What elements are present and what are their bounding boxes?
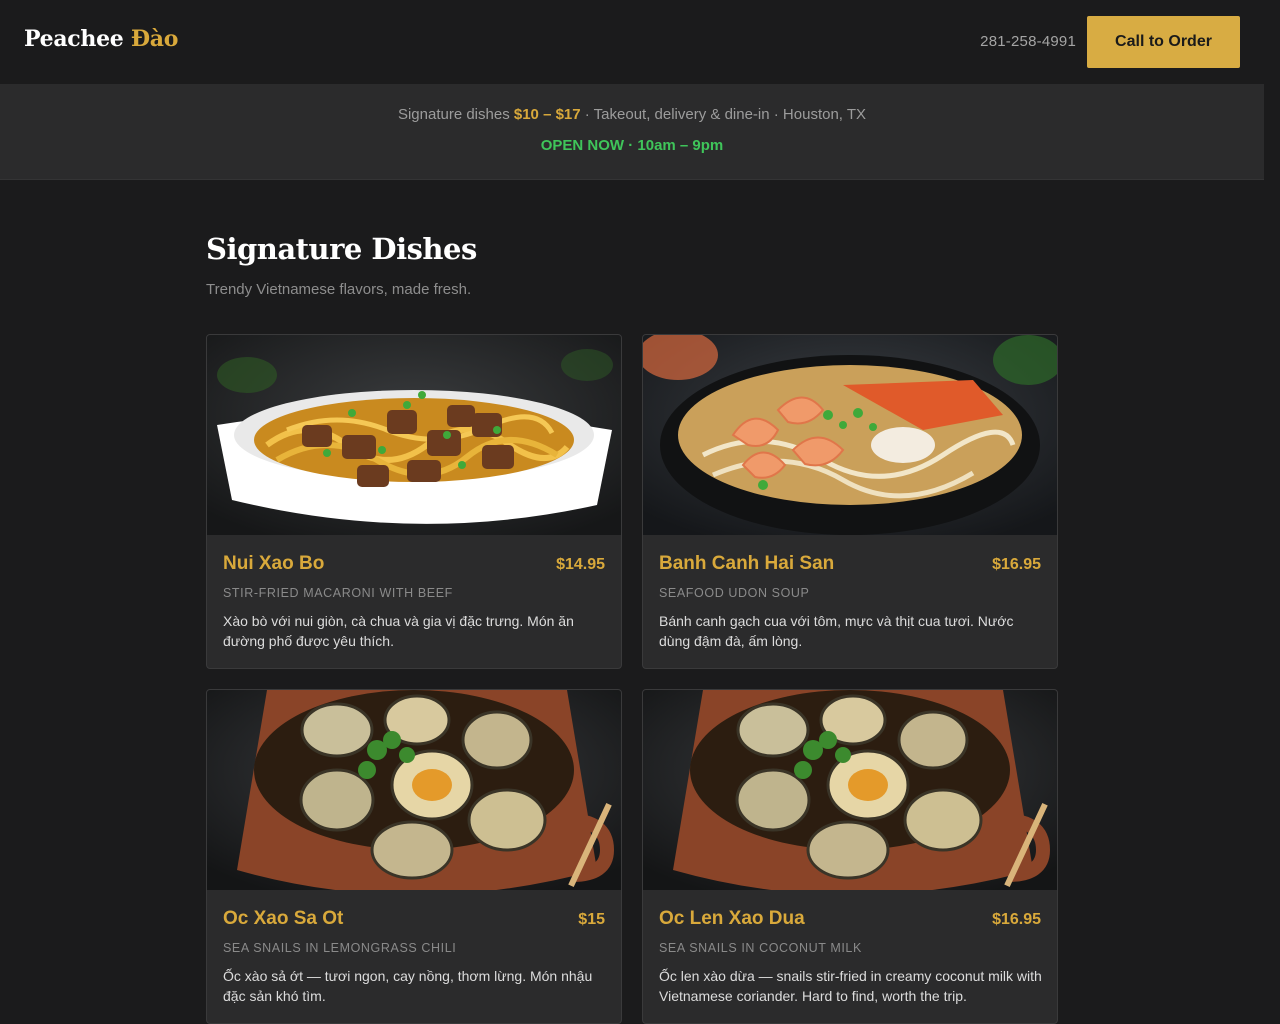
dish-price: $14.95	[556, 556, 605, 573]
price-range: $10 – $17	[513, 106, 581, 123]
dish-description: Ốc xào sả ớt — tươi ngon, cay nồng, thơm…	[223, 968, 593, 1004]
site-header: Peachee Đào 281-258-4991 Call to Order	[0, 0, 1280, 84]
dish-card-nui-xao-bo[interactable]: Nui Xao Bo $14.95 STIR-FRIED MACARONI WI…	[206, 334, 622, 669]
dish-name: Oc Xao Sa Ot	[223, 908, 344, 929]
dish-description: Bánh canh gạch cua với tôm, mực và thịt …	[659, 613, 1014, 649]
dish-subtitle: SEA SNAILS IN COCONUT MILK	[659, 941, 862, 955]
dish-subtitle: SEAFOOD UDON SOUP	[659, 586, 810, 600]
dish-name: Oc Len Xao Dua	[659, 908, 805, 929]
dish-card-oc-xao-sa-ot[interactable]: Oc Xao Sa Ot $15 SEA SNAILS IN LEMONGRAS…	[206, 689, 622, 1024]
dish-description: Ốc len xào dừa — snails stir-fried in cr…	[659, 968, 1042, 1004]
dish-price: $16.95	[992, 911, 1041, 928]
snail-clay-pot-photo	[207, 690, 621, 890]
dish-name: Banh Canh Hai San	[659, 553, 835, 574]
info-prefix: Signature dishes	[397, 106, 510, 123]
logo-accent: Đào	[130, 26, 179, 52]
phone-number-link[interactable]: 281-258-4991	[980, 33, 1076, 50]
seafood-soup-bowl-photo	[643, 335, 1057, 535]
dish-subtitle: SEA SNAILS IN LEMONGRASS CHILI	[223, 941, 457, 955]
dish-name: Nui Xao Bo	[223, 553, 325, 574]
open-status: OPEN NOW · 10am – 9pm	[540, 137, 724, 154]
logo-main: Peachee	[24, 26, 124, 52]
info-bar: Signature dishes $10 – $17 · Takeout, de…	[0, 84, 1264, 180]
dish-description: Xào bò với nui giòn, cà chua và gia vị đ…	[223, 613, 574, 649]
call-to-order-button[interactable]: Call to Order	[1087, 16, 1240, 68]
snail-clay-pot-photo	[643, 690, 1057, 890]
logo[interactable]: Peachee Đào	[24, 26, 178, 52]
dish-subtitle: STIR-FRIED MACARONI WITH BEEF	[223, 586, 453, 600]
info-line: Signature dishes $10 – $17 · Takeout, de…	[0, 106, 1264, 123]
beef-noodle-bowl-photo	[207, 335, 621, 535]
dish-price: $16.95	[992, 556, 1041, 573]
dish-card-oc-len-xao-dua[interactable]: Oc Len Xao Dua $16.95 SEA SNAILS IN COCO…	[642, 689, 1058, 1024]
info-suffix: · Takeout, delivery & dine-in · Houston,…	[584, 106, 867, 123]
section-subtitle: Trendy Vietnamese flavors, made fresh.	[206, 281, 472, 298]
section-title: Signature Dishes	[206, 232, 477, 266]
dish-card-banh-canh-hai-san[interactable]: Banh Canh Hai San $16.95 SEAFOOD UDON SO…	[642, 334, 1058, 669]
dish-price: $15	[578, 911, 605, 928]
